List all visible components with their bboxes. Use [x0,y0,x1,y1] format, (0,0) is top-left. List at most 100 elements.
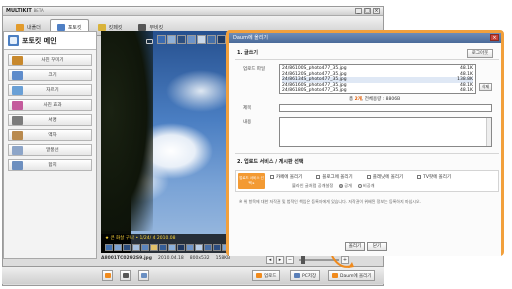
radio-button[interactable] [357,184,362,188]
thumbnail[interactable] [177,35,186,44]
checkbox[interactable] [316,174,321,179]
sidebar-item-crop[interactable]: 자르기 [8,84,92,96]
dialog-title-bar: Daum에 올리기 × [229,33,501,43]
radio-button[interactable] [339,184,344,188]
thumbnail[interactable] [157,35,166,44]
thumbnail[interactable] [187,35,196,44]
thumbnail[interactable] [123,244,131,251]
save-image-button[interactable] [138,270,149,281]
dialog-cancel-button[interactable]: 닫기 [367,242,387,251]
pc-icon [294,273,300,278]
pc-save-button[interactable]: PC저장 [290,270,321,281]
checkbox[interactable] [417,174,422,179]
photo-caption: ★ 큰 화살 구나 • 1/24/ 4 2010.08 [105,236,176,241]
zoom-slider-knob[interactable] [301,256,305,264]
tab-label: 무비킷 [149,25,164,31]
thumbnail[interactable] [159,244,167,251]
title-input[interactable] [279,104,492,112]
service-cafe-option[interactable]: 카페에 올리기 [270,174,302,180]
thumbnail[interactable] [150,244,158,251]
camera-icon[interactable] [146,39,153,44]
sidebar-item-label: 말풍선 [46,148,59,153]
sidebar-item-frame[interactable]: 액자 [8,129,92,141]
status-dimensions: 800x532 [189,256,210,261]
sidebar-title: 포토킷 메인 [22,36,57,45]
sidebar-item-merge[interactable]: 합치 [8,159,92,171]
daum-upload-label: Daum에 올리기 [340,273,372,279]
close-button[interactable]: × [373,8,380,14]
visibility-private-option[interactable]: 비공개 [357,183,375,189]
status-size: 158KB [215,256,231,261]
phone-icon [122,273,129,278]
content-label: 내용 [243,120,252,125]
photo-viewer[interactable]: ★ 큰 화살 구나 • 1/24/ 4 2010.08 [101,31,237,253]
tree-shadow [101,31,153,231]
upload-submit-button[interactable]: 올리기 [345,242,365,251]
next-icon[interactable]: ▸ [276,256,284,264]
pencil-icon [12,55,23,65]
upload-button[interactable]: 업로드 [252,270,281,281]
content-scrollbar[interactable] [486,118,491,146]
service-blog-option[interactable]: 블로그에 올리기 [316,174,353,180]
section-write-heading: 1. 글쓰기 [237,50,258,56]
delete-file-button[interactable]: 삭제 [479,83,492,91]
share-button[interactable] [102,270,113,281]
thumbnail[interactable] [167,35,176,44]
logout-button[interactable]: 로그아웃 [467,49,493,58]
photo-icon [56,24,65,31]
file-row[interactable]: 24/86180S_photo477_35.jpg 48.1K [282,88,473,94]
thumbnail[interactable] [105,244,113,251]
prev-icon[interactable]: ◂ [266,256,274,264]
visibility-option-label: 비공개 [362,183,375,188]
status-filename: A8001TC0292S9.jpg [101,256,152,261]
thumbnail[interactable] [132,244,140,251]
service-planet-option[interactable]: 플래닛에 올리기 [366,174,403,180]
thumbnail[interactable] [197,35,206,44]
sidebar-item-label: 합치 [48,163,57,168]
content-textarea[interactable] [279,117,492,147]
tab-label: 포토킷 [67,25,82,31]
title-bar: MULTIKIT BETA _ □ × [3,7,383,16]
sidebar-item-decorate[interactable]: 사진 꾸미기 [8,54,92,66]
thumbnail[interactable] [204,244,212,251]
checkbox[interactable] [270,174,274,179]
file-name: 24/86180S_photo477_35.jpg [282,88,347,93]
dialog-title: Daum에 올리기 [233,35,268,41]
thumbnail[interactable] [114,244,122,251]
folder-icon [16,24,24,31]
thumbnail[interactable] [195,244,203,251]
phone-button[interactable] [120,270,131,281]
minimize-button[interactable]: _ [355,8,362,14]
visibility-label: 블라인 글처럼 공개설정 [292,183,334,188]
thumbnail[interactable] [168,244,176,251]
thumbnail[interactable] [217,35,226,44]
sidebar-item-speech-bubble[interactable]: 말풍선 [8,144,92,156]
dialog-close-button[interactable]: × [490,34,499,41]
bottom-toolbar: 업로드 PC저장 Daum에 올리기 [2,266,384,284]
thumbnail[interactable] [213,244,221,251]
service-tvpot-option[interactable]: TV팟에 올리기 [417,174,451,180]
sidebar-item-resize[interactable]: 크기 [8,69,92,81]
tab-label: 내폴더 [27,25,41,31]
effect-icon [12,100,23,110]
thumbnail-strip [157,35,226,45]
zoom-out-icon[interactable]: − [286,256,294,264]
kit-icon [97,24,106,31]
maximize-button[interactable]: □ [364,8,371,14]
speech-bubble-icon [12,145,23,155]
sidebar-item-effect[interactable]: 사진 효과 [8,99,92,111]
thumbnail[interactable] [207,35,216,44]
sidebar-item-signature[interactable]: 서명 [8,114,92,126]
thumbnail[interactable] [177,244,185,251]
file-total-size: , 전체용량 : 8806B [361,97,401,102]
frame-icon [12,130,23,140]
visibility-public-option[interactable]: 공개 [339,183,352,189]
checkbox[interactable] [366,174,371,179]
thumbnail[interactable] [141,244,149,251]
image-icon [140,273,147,278]
pc-save-label: PC저장 [302,273,317,279]
caption-bar: ★ 큰 화살 구나 • 1/24/ 4 2010.08 [101,234,237,253]
merge-icon [12,160,23,170]
upload-file-list[interactable]: 24/86100S_photo477_35.jpg 48.1K 24/86120S… [279,64,476,94]
thumbnail[interactable] [186,244,194,251]
